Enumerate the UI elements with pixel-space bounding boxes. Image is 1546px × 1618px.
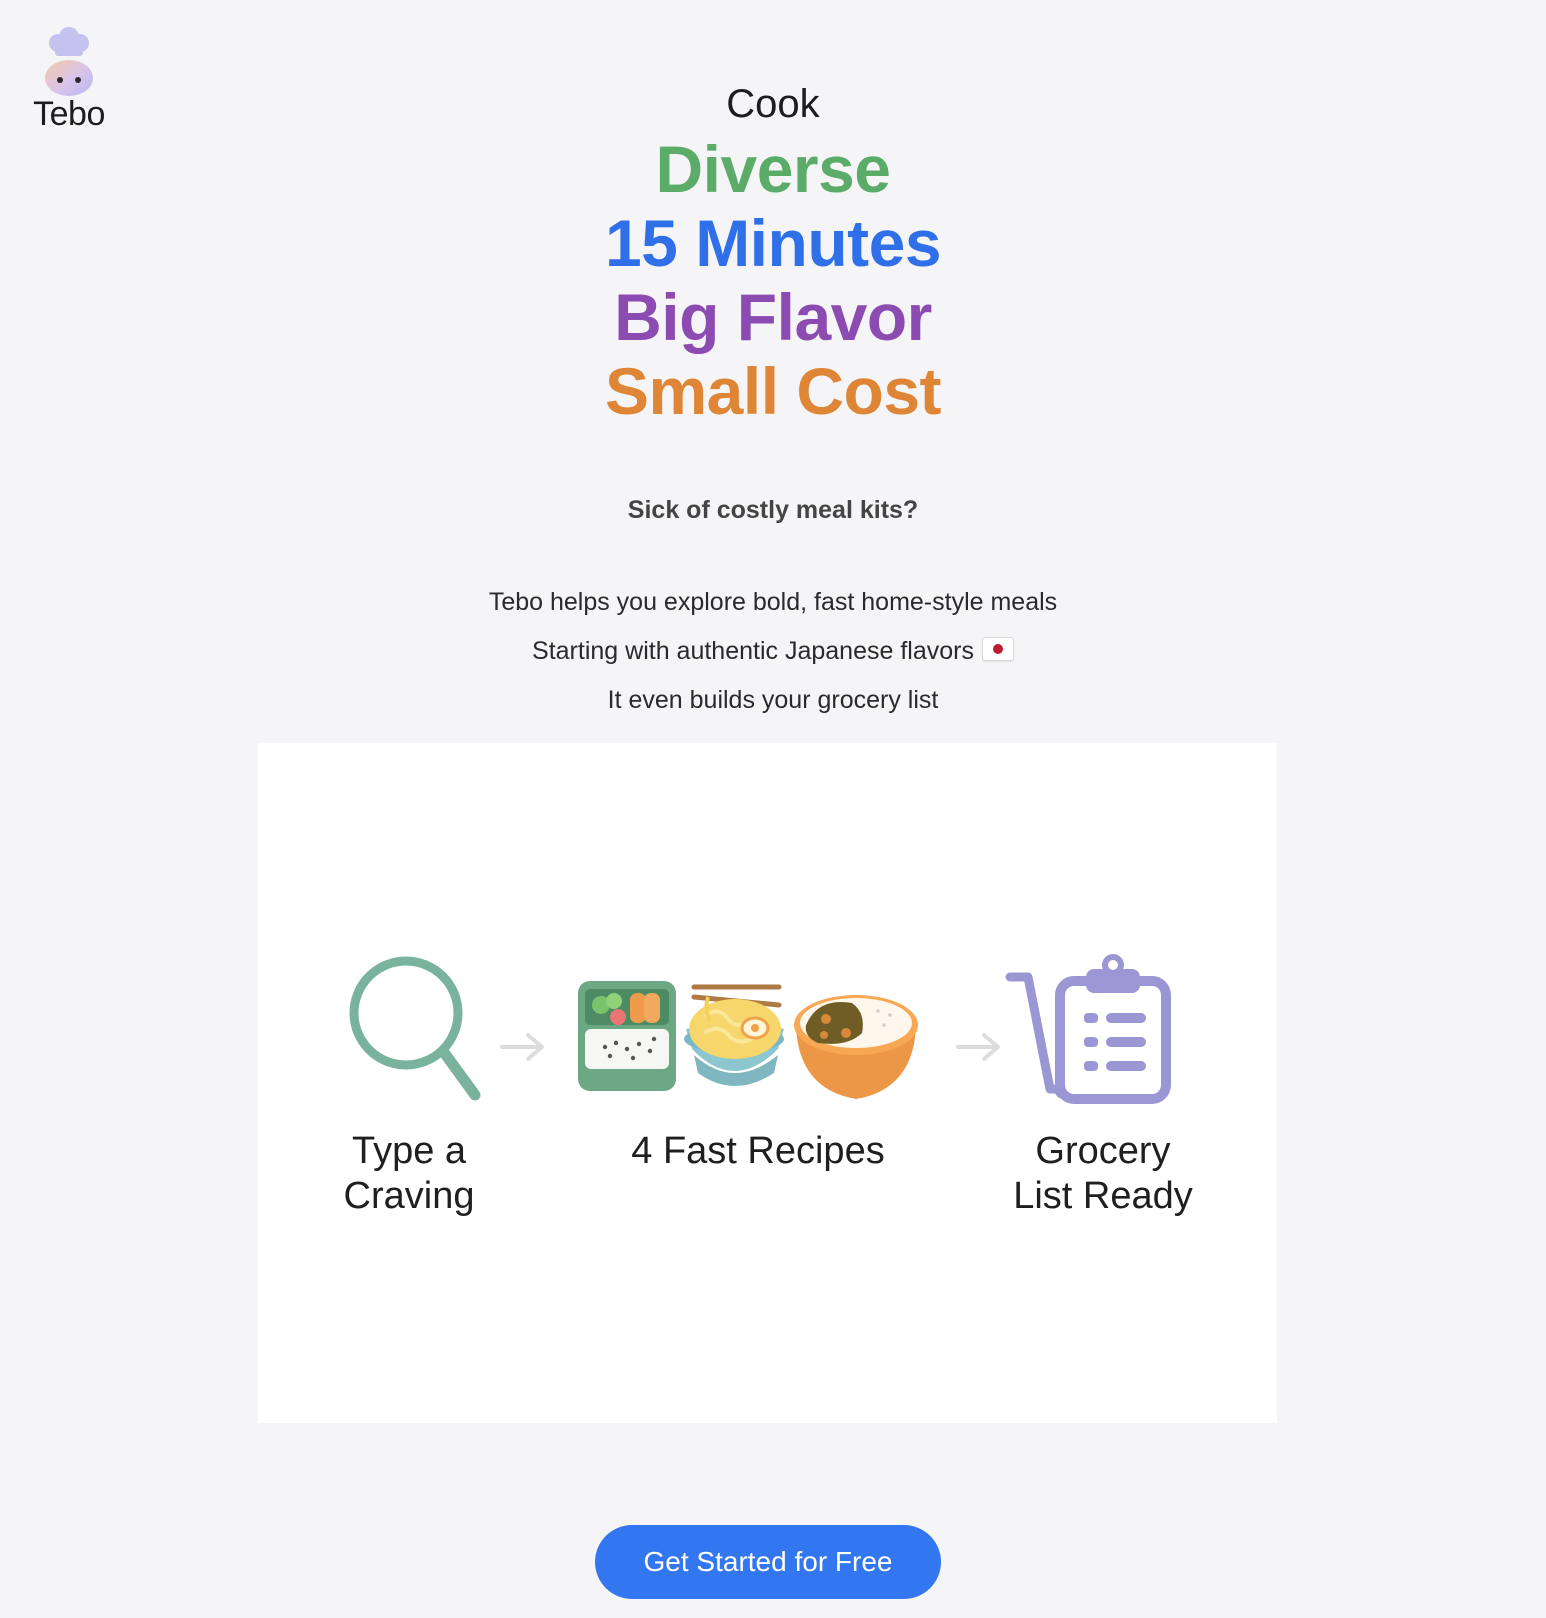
- step-label-line: 4 Fast Recipes: [631, 1130, 885, 1172]
- description-line-3: It even builds your grocery list: [607, 686, 939, 714]
- step-label-grocery-list-ready: Grocery List Ready: [988, 1129, 1218, 1219]
- hero-headline: Cook Diverse 15 Minutes Big Flavor Small…: [0, 76, 1546, 428]
- hero-line-small-cost: Small Cost: [604, 354, 942, 428]
- arrow-right-icon: [956, 1033, 1000, 1061]
- tagline: Sick of costly meal kits?: [627, 496, 919, 524]
- step-label-4-fast-recipes: 4 Fast Recipes: [608, 1129, 908, 1174]
- hero-line-diverse: Diverse: [655, 132, 891, 206]
- get-started-button[interactable]: Get Started for Free: [595, 1525, 941, 1599]
- step-label-line: Type a: [351, 1130, 467, 1172]
- step-label-line: List Ready: [1013, 1175, 1193, 1217]
- step-label-line: Craving: [343, 1175, 475, 1217]
- grocery-cart-clipboard-icon: [1005, 954, 1171, 1104]
- description-line-1: Tebo helps you explore bold, fast home-s…: [488, 588, 1058, 616]
- japan-flag-icon: [981, 637, 1014, 661]
- hero-intro: Cook: [726, 82, 820, 126]
- recipe-bowls-icon: [578, 981, 918, 1099]
- description: Tebo helps you explore bold, fast home-s…: [0, 578, 1546, 725]
- landing-page: Tebo Cook Diverse 15 Minutes Big Flavor …: [0, 0, 1546, 1618]
- description-line-2-text: Starting with authentic Japanese flavors: [532, 637, 974, 665]
- step-label-type-a-craving: Type a Craving: [324, 1129, 494, 1219]
- how-it-works-card: Type a Craving 4 Fast Recipes Grocery Li…: [258, 743, 1277, 1423]
- step-label-line: Grocery: [1035, 1130, 1171, 1172]
- magnifier-icon: [349, 956, 481, 1101]
- arrow-right-icon: [500, 1033, 544, 1061]
- hero-line-big-flavor: Big Flavor: [614, 280, 932, 354]
- description-line-2: Starting with authentic Japanese flavors: [0, 627, 1546, 676]
- hero-line-15-minutes: 15 Minutes: [604, 206, 942, 280]
